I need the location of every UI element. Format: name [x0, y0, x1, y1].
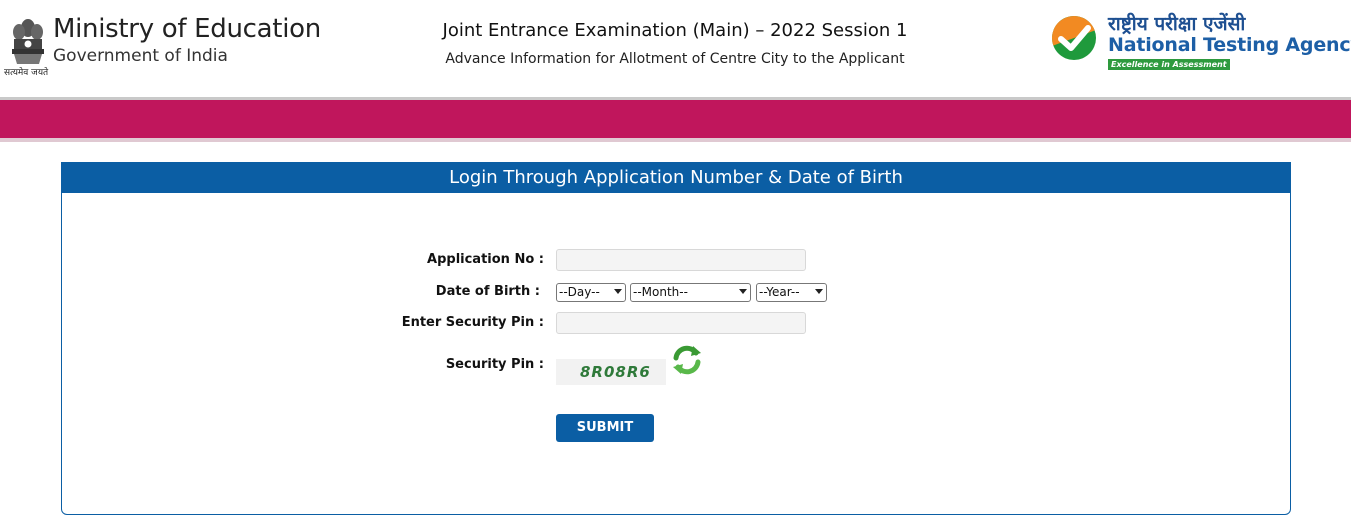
exam-title-text: Joint Entrance Examination (Main) – 2022…: [442, 20, 908, 41]
top-color-band: [0, 100, 1351, 138]
exam-subtitle: Advance Information for Allotment of Cen…: [340, 51, 1010, 67]
captcha-image: 8R08R6: [556, 359, 666, 385]
band-shadow: [0, 138, 1351, 142]
captcha-text: 8R08R6: [580, 363, 651, 381]
ministry-title: Ministry of Education: [53, 14, 321, 44]
chevron-down-icon: [739, 289, 747, 294]
security-pin-input-label: Enter Security Pin :: [401, 315, 544, 330]
dob-month-select[interactable]: --Month--: [630, 283, 751, 302]
agency-name: National Testing Agency: [1108, 34, 1351, 56]
ministry-subtitle: Government of India: [53, 46, 228, 66]
security-pin-label: Security Pin :: [445, 357, 544, 372]
exam-heading: Joint Entrance Examination (Main) – 2022…: [340, 0, 1010, 98]
dob-month-value: --Month--: [633, 285, 688, 299]
dob-day-value: --Day--: [559, 285, 600, 299]
security-pin-input[interactable]: [556, 312, 806, 334]
site-header: सत्यमेव जयते Ministry of Education Gover…: [0, 0, 1351, 98]
application-no-input[interactable]: [556, 249, 806, 271]
dob-day-select[interactable]: --Day--: [556, 283, 626, 302]
exam-subtitle-text: Advance Information for Allotment of Cen…: [445, 51, 905, 67]
submit-button[interactable]: SUBMIT: [556, 414, 654, 442]
agency-hindi-name: राष्ट्रीय परीक्षा एजेंसी: [1108, 13, 1246, 35]
agency-tagline: Excellence in Assessment: [1108, 59, 1230, 70]
emblem-motto: सत्यमेव जयते: [4, 68, 49, 78]
application-no-label: Application No :: [427, 252, 544, 267]
dob-year-value: --Year--: [759, 285, 800, 299]
login-panel: Login Through Application Number & Date …: [61, 162, 1291, 515]
refresh-icon[interactable]: [670, 343, 704, 377]
exam-title: Joint Entrance Examination (Main) – 2022…: [340, 20, 1010, 41]
dob-year-select[interactable]: --Year--: [756, 283, 827, 302]
dob-label: Date of Birth :: [435, 284, 540, 299]
login-panel-heading: Login Through Application Number & Date …: [62, 163, 1290, 193]
chevron-down-icon: [614, 289, 622, 294]
nta-check-logo-icon: [1052, 16, 1096, 60]
chevron-down-icon: [815, 289, 823, 294]
